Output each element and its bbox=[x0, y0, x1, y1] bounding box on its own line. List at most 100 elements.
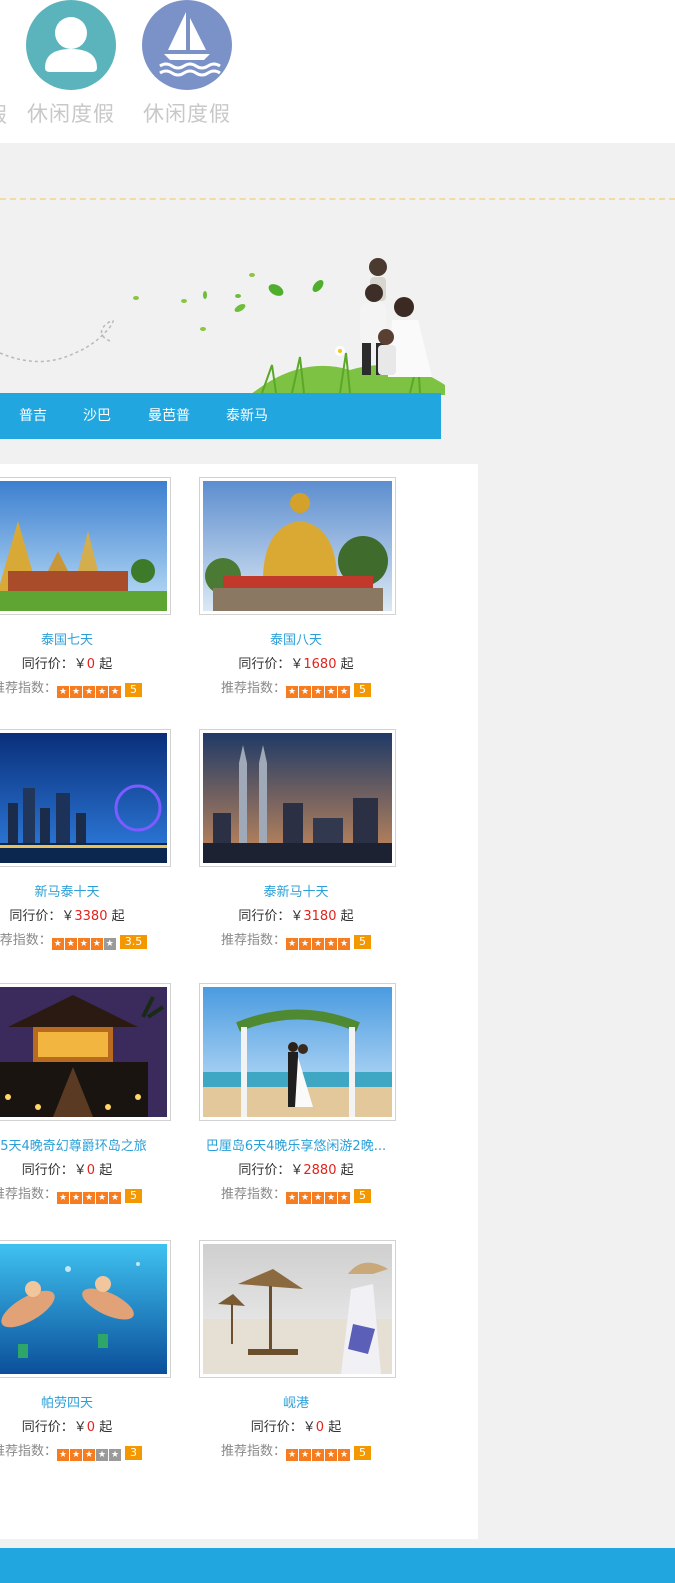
star-icon: ★ bbox=[57, 1449, 69, 1461]
star-icon: ★ bbox=[57, 686, 69, 698]
product-title[interactable]: 帕劳四天 bbox=[0, 1392, 182, 1411]
rating-score: 5 bbox=[354, 1189, 371, 1203]
star-icon: ★ bbox=[83, 1449, 95, 1461]
footer-bar bbox=[0, 1548, 675, 1583]
price-value: 1680 bbox=[303, 657, 337, 672]
product-title[interactable]: 泰国七天 bbox=[0, 629, 182, 648]
star-icon: ★ bbox=[70, 1449, 82, 1461]
category-bar: 假 休闲度假 休闲度假 bbox=[0, 0, 675, 143]
star-icon: ★ bbox=[286, 1192, 298, 1204]
star-icon: ★ bbox=[338, 938, 350, 950]
product-rating: 推荐指数：★★★★★5 bbox=[181, 1183, 411, 1204]
product-title[interactable]: 泰国八天 bbox=[181, 629, 411, 648]
product-rating: 推荐指数：★★★★★3.5 bbox=[0, 929, 182, 950]
product-image[interactable] bbox=[199, 477, 396, 615]
star-icon: ★ bbox=[312, 938, 324, 950]
rating-score: 5 bbox=[354, 935, 371, 949]
star-icon: ★ bbox=[96, 1192, 108, 1204]
star-icon: ★ bbox=[299, 1192, 311, 1204]
rating-stars: ★ ★ ★ ★ ★ bbox=[286, 683, 351, 698]
rating-stars: ★ ★ ★ ★ ★ bbox=[286, 1446, 351, 1461]
product-title[interactable]: 泰新马十天 bbox=[181, 881, 411, 900]
rating-score: 3 bbox=[125, 1446, 142, 1460]
star-icon: ★ bbox=[286, 938, 298, 950]
star-icon: ★ bbox=[83, 1192, 95, 1204]
category-label: 休闲度假 bbox=[27, 102, 115, 126]
product-rating: 推荐指数：★★★★★5 bbox=[0, 677, 182, 698]
star-icon: ★ bbox=[90, 938, 103, 950]
category-leisure-2[interactable]: 休闲度假 bbox=[132, 0, 242, 128]
product-price: 同行价：￥0 起 bbox=[21, 1420, 113, 1435]
product-price: 同行价：￥1680 起 bbox=[238, 657, 354, 672]
price-value: 0 bbox=[315, 1420, 325, 1435]
star-icon: ★ bbox=[312, 686, 324, 698]
product-rating: 推荐指数：★★★★★5 bbox=[0, 1183, 182, 1204]
star-icon: ★ bbox=[77, 938, 90, 950]
category-label-partial[interactable]: 假 bbox=[0, 99, 7, 129]
product-image[interactable] bbox=[0, 729, 171, 867]
product-price: 同行价：￥0 起 bbox=[21, 1163, 113, 1178]
product-rating: 推荐指数：★★★★★5 bbox=[181, 677, 411, 698]
star-icon: ★ bbox=[83, 686, 95, 698]
product-price: 同行价：￥0 起 bbox=[250, 1420, 342, 1435]
price-value: 3380 bbox=[74, 909, 108, 924]
star-icon: ★ bbox=[325, 938, 337, 950]
nav-item-sabah[interactable]: 沙巴 bbox=[83, 393, 111, 439]
product-image[interactable] bbox=[0, 477, 171, 615]
category-leisure-1[interactable]: 休闲度假 bbox=[16, 0, 126, 128]
star-icon: ★ bbox=[299, 686, 311, 698]
destination-nav: 普吉 沙巴 曼芭普 泰新马 bbox=[0, 393, 441, 439]
banner-family-illustration bbox=[0, 245, 445, 395]
star-icon: ★ bbox=[103, 938, 116, 950]
rating-stars: ★ ★ ★ ★ ★ bbox=[286, 935, 351, 950]
rating-score: 5 bbox=[354, 683, 371, 697]
star-icon: ★ bbox=[312, 1192, 324, 1204]
price-value: 2880 bbox=[303, 1163, 337, 1178]
product-title[interactable]: 巴厘岛6天4晚乐享悠闲游2晚... bbox=[181, 1135, 411, 1154]
price-value: 3180 bbox=[303, 909, 337, 924]
product-price: 同行价：￥3380 起 bbox=[9, 909, 125, 924]
rating-stars: ★ ★ ★ ★ ★ bbox=[51, 935, 117, 950]
person-icon bbox=[26, 0, 116, 90]
star-icon: ★ bbox=[312, 1449, 324, 1461]
product-image[interactable] bbox=[199, 1240, 396, 1378]
product-image[interactable] bbox=[0, 1240, 171, 1378]
category-label: 休闲度假 bbox=[143, 102, 231, 126]
product-title[interactable]: 岛5天4晚奇幻尊爵环岛之旅 bbox=[0, 1135, 182, 1154]
rating-stars: ★ ★ ★ ★ ★ bbox=[57, 1189, 122, 1204]
product-list-panel: 泰国七天 同行价：￥0 起 推荐指数：★★★★★5 泰国八天 同行价：￥1680… bbox=[0, 464, 478, 1539]
product-image[interactable] bbox=[0, 983, 171, 1121]
star-icon: ★ bbox=[109, 1192, 121, 1204]
rating-score: 3.5 bbox=[119, 935, 148, 949]
star-icon: ★ bbox=[64, 938, 77, 950]
star-icon: ★ bbox=[109, 686, 121, 698]
product-title[interactable]: 新马泰十天 bbox=[0, 881, 182, 900]
nav-item-manbapu[interactable]: 曼芭普 bbox=[148, 393, 190, 439]
nav-item-phuket[interactable]: 普吉 bbox=[19, 393, 47, 439]
star-icon: ★ bbox=[338, 686, 350, 698]
nav-item-thai-sing-malay[interactable]: 泰新马 bbox=[226, 393, 268, 439]
star-icon: ★ bbox=[70, 686, 82, 698]
star-icon: ★ bbox=[70, 1192, 82, 1204]
star-icon: ★ bbox=[57, 1192, 69, 1204]
product-price: 同行价：￥0 起 bbox=[21, 657, 113, 672]
product-price: 同行价：￥2880 起 bbox=[238, 1163, 354, 1178]
star-icon: ★ bbox=[286, 1449, 298, 1461]
product-image[interactable] bbox=[199, 729, 396, 867]
sailboat-icon bbox=[142, 0, 232, 90]
star-icon: ★ bbox=[325, 1449, 337, 1461]
product-title[interactable]: 岘港 bbox=[181, 1392, 411, 1411]
product-image[interactable] bbox=[199, 983, 396, 1121]
star-icon: ★ bbox=[325, 1192, 337, 1204]
star-icon: ★ bbox=[299, 1449, 311, 1461]
price-value: 0 bbox=[86, 657, 96, 672]
rating-stars: ★ ★ ★ ★ ★ bbox=[57, 1446, 122, 1461]
price-value: 0 bbox=[86, 1163, 96, 1178]
star-icon: ★ bbox=[286, 686, 298, 698]
star-icon: ★ bbox=[338, 1192, 350, 1204]
rating-score: 5 bbox=[354, 1446, 371, 1460]
product-rating: 推荐指数：★★★★★5 bbox=[181, 1440, 411, 1461]
product-rating: 推荐指数：★★★★★3 bbox=[0, 1440, 182, 1461]
star-icon: ★ bbox=[299, 938, 311, 950]
price-value: 0 bbox=[86, 1420, 96, 1435]
